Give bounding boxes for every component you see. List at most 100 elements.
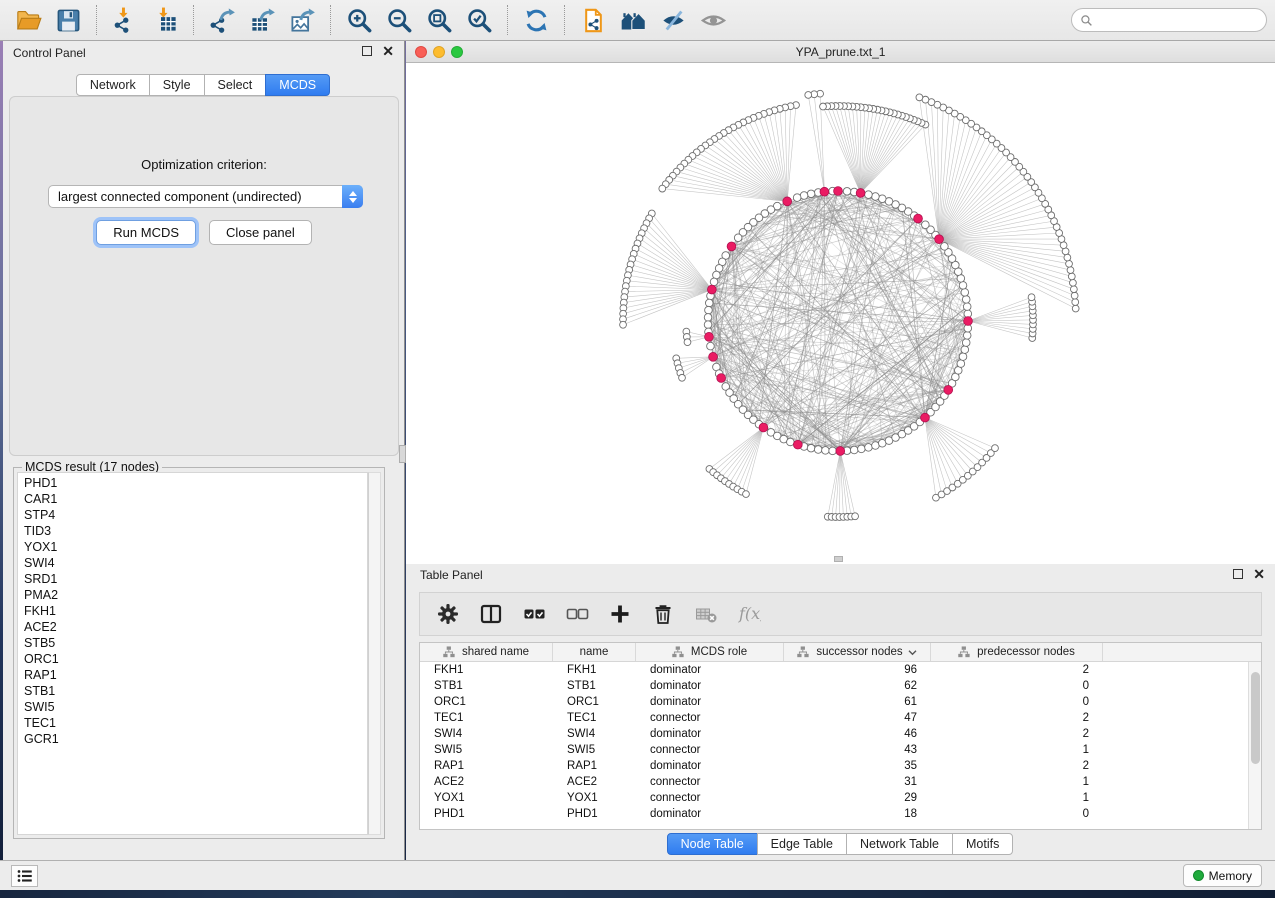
mcds-list-scrollbar[interactable] [368, 472, 381, 835]
cell-name: FKH1 [553, 664, 636, 676]
task-history-button[interactable] [11, 865, 38, 887]
home-icon[interactable] [613, 3, 653, 37]
status-bar: Memory [0, 860, 1275, 890]
table-row[interactable]: TEC1TEC1connector472 [420, 710, 1261, 726]
table-header: shared namenameMCDS rolesuccessor nodesp… [420, 643, 1261, 662]
mcds-result-item[interactable]: STB1 [24, 683, 367, 699]
cell-successor-nodes: 43 [784, 744, 931, 756]
cell-name: TEC1 [553, 712, 636, 724]
memory-button[interactable]: Memory [1183, 864, 1262, 887]
table-scrollbar-thumb[interactable] [1251, 672, 1260, 764]
deselect-all-icon[interactable] [559, 596, 595, 632]
toolbar-separator [330, 5, 331, 35]
float-table-panel-icon[interactable] [1233, 569, 1243, 579]
cell-predecessor-nodes: 2 [931, 664, 1103, 676]
mcds-result-item[interactable]: STB5 [24, 635, 367, 651]
select-all-icon[interactable] [516, 596, 552, 632]
share-document-icon[interactable] [573, 3, 613, 37]
close-panel-icon[interactable]: ✕ [382, 46, 394, 56]
mcds-result-item[interactable]: TEC1 [24, 715, 367, 731]
mcds-result-item[interactable]: ACE2 [24, 619, 367, 635]
mcds-result-item[interactable]: YOX1 [24, 539, 367, 555]
hide-eye-icon[interactable] [653, 3, 693, 37]
table-row[interactable]: YOX1YOX1connector291 [420, 790, 1261, 806]
mcds-result-item[interactable]: SWI4 [24, 555, 367, 571]
mcds-result-item[interactable]: PHD1 [24, 475, 367, 491]
table-row[interactable]: PHD1PHD1dominator180 [420, 806, 1261, 822]
column-layout-icon[interactable] [473, 596, 509, 632]
table-row[interactable]: SWI4SWI4dominator462 [420, 726, 1261, 742]
mcds-result-item[interactable]: STP4 [24, 507, 367, 523]
mcds-result-item[interactable]: ORC1 [24, 651, 367, 667]
run-mcds-button[interactable]: Run MCDS [96, 220, 196, 245]
table-row[interactable]: ORC1ORC1dominator610 [420, 694, 1261, 710]
add-column-icon[interactable] [602, 596, 638, 632]
mcds-result-item[interactable]: FKH1 [24, 603, 367, 619]
open-network-icon[interactable] [8, 3, 48, 37]
tab-style[interactable]: Style [149, 74, 205, 96]
column-header-predecessor-nodes[interactable]: predecessor nodes [931, 643, 1103, 661]
import-table-icon[interactable] [145, 3, 185, 37]
window-zoom-icon[interactable] [451, 46, 463, 58]
export-table-icon[interactable] [242, 3, 282, 37]
close-table-panel-icon[interactable]: ✕ [1253, 569, 1265, 579]
zoom-selected-icon[interactable] [459, 3, 499, 37]
horizontal-splitter-handle[interactable] [834, 556, 843, 562]
refresh-layout-icon[interactable] [516, 3, 556, 37]
mcds-result-item[interactable]: SWI5 [24, 699, 367, 715]
cell-predecessor-nodes: 0 [931, 680, 1103, 692]
mcds-result-item[interactable]: PMA2 [24, 587, 367, 603]
network-canvas[interactable] [406, 63, 1275, 562]
zoom-fit-icon[interactable] [419, 3, 459, 37]
tab-motifs[interactable]: Motifs [952, 833, 1013, 855]
mcds-result-item[interactable]: CAR1 [24, 491, 367, 507]
export-network-icon[interactable] [202, 3, 242, 37]
cell-MCDS-role: dominator [636, 696, 784, 708]
tab-mcds[interactable]: MCDS [265, 74, 330, 96]
mcds-result-list[interactable]: PHD1CAR1STP4TID3YOX1SWI4SRD1PMA2FKH1ACE2… [17, 472, 368, 835]
gear-icon[interactable] [430, 596, 466, 632]
delete-icon[interactable] [645, 596, 681, 632]
tab-network-table[interactable]: Network Table [846, 833, 953, 855]
column-header-shared-name[interactable]: shared name [420, 643, 553, 661]
column-header-successor-nodes[interactable]: successor nodes [784, 643, 931, 661]
window-minimize-icon[interactable] [433, 46, 445, 58]
toolbar-separator [507, 5, 508, 35]
column-header-MCDS-role[interactable]: MCDS role [636, 643, 784, 661]
column-header-name[interactable]: name [553, 643, 636, 661]
cell-MCDS-role: dominator [636, 760, 784, 772]
table-row[interactable]: ACE2ACE2connector311 [420, 774, 1261, 790]
search-field[interactable] [1093, 10, 1266, 30]
window-close-icon[interactable] [415, 46, 427, 58]
tab-node-table[interactable]: Node Table [667, 833, 758, 855]
table-row[interactable]: SWI5SWI5connector431 [420, 742, 1261, 758]
cell-MCDS-role: dominator [636, 808, 784, 820]
optimization-criterion-select[interactable]: largest connected component (undirected) [48, 185, 363, 208]
import-network-icon[interactable] [105, 3, 145, 37]
mcds-result-item[interactable]: TID3 [24, 523, 367, 539]
cell-successor-nodes: 62 [784, 680, 931, 692]
tab-edge-table[interactable]: Edge Table [757, 833, 847, 855]
cell-predecessor-nodes: 2 [931, 712, 1103, 724]
cell-name: PHD1 [553, 808, 636, 820]
vertical-splitter-handle[interactable] [399, 445, 406, 463]
search-input[interactable] [1071, 8, 1267, 32]
table-scrollbar[interactable] [1248, 662, 1261, 829]
memory-label: Memory [1209, 869, 1252, 883]
table-row[interactable]: FKH1FKH1dominator962 [420, 662, 1261, 678]
float-panel-icon[interactable] [362, 46, 372, 56]
zoom-out-icon[interactable] [379, 3, 419, 37]
close-panel-button[interactable]: Close panel [209, 220, 312, 245]
save-session-icon[interactable] [48, 3, 88, 37]
mcds-result-item[interactable]: SRD1 [24, 571, 367, 587]
mcds-result-item[interactable]: GCR1 [24, 731, 367, 747]
tab-network[interactable]: Network [76, 74, 150, 96]
tab-select[interactable]: Select [204, 74, 267, 96]
export-image-icon[interactable] [282, 3, 322, 37]
zoom-in-icon[interactable] [339, 3, 379, 37]
table-row[interactable]: STB1STB1dominator620 [420, 678, 1261, 694]
mcds-result-item[interactable]: RAP1 [24, 667, 367, 683]
desktop-wallpaper-bottom [0, 890, 1275, 898]
table-row[interactable]: RAP1RAP1dominator352 [420, 758, 1261, 774]
cell-shared-name: YOX1 [420, 792, 553, 804]
